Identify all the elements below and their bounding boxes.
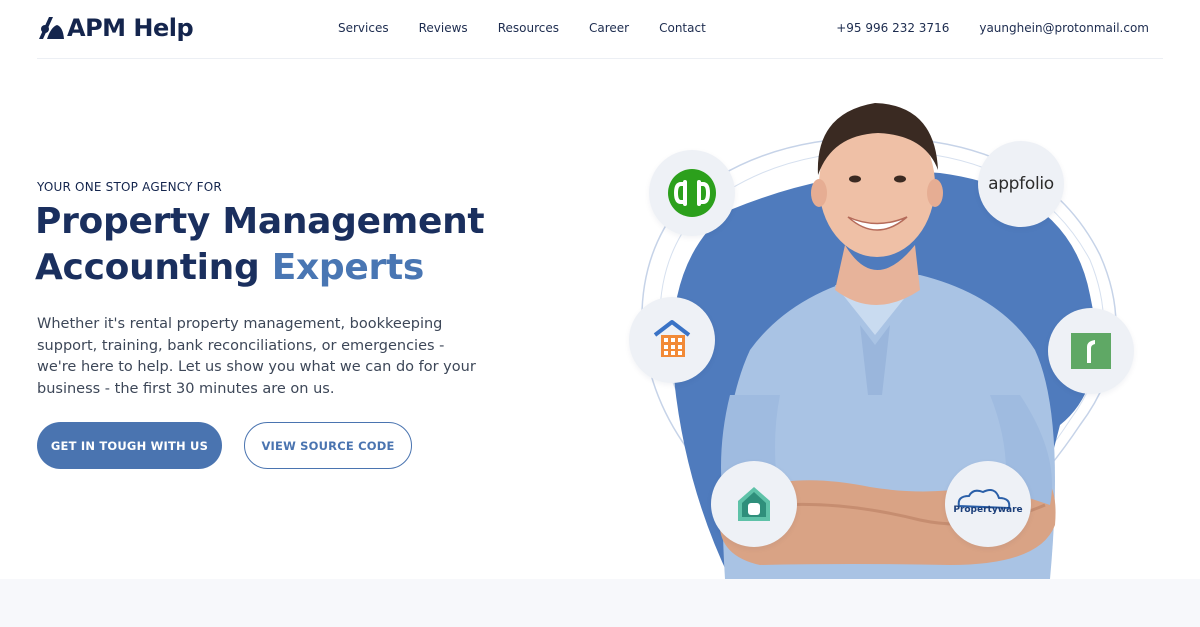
header-contact: +95 996 232 3716 yaunghein@protonmail.co… (836, 21, 1149, 35)
quickbooks-icon (668, 169, 716, 217)
freshbooks-icon (1071, 333, 1111, 369)
headline-accent: Experts (271, 247, 425, 288)
nav-reviews[interactable]: Reviews (419, 21, 468, 35)
appfolio-badge: appfolio (978, 141, 1064, 227)
hero-eyebrow: YOUR ONE STOP AGENCY FOR (37, 180, 222, 194)
propertyware-badge: Propertyware (945, 461, 1031, 547)
nav-services[interactable]: Services (338, 21, 389, 35)
next-section-band (0, 579, 1200, 627)
propertyware-icon: Propertyware (953, 489, 1023, 515)
get-in-touch-button[interactable]: GET IN TOUGH WITH US (37, 422, 222, 469)
main-nav: Services Reviews Resources Career Contac… (338, 21, 706, 35)
nav-career[interactable]: Career (589, 21, 629, 35)
building-icon (653, 320, 691, 357)
brand-name: APM Help (67, 14, 194, 42)
home-icon (738, 487, 770, 521)
propertyware-label: Propertyware (953, 505, 1022, 515)
headline-line-1: Property Management (35, 201, 485, 242)
phone-link[interactable]: +95 996 232 3716 (836, 21, 949, 35)
quickbooks-badge (649, 150, 735, 236)
nav-resources[interactable]: Resources (498, 21, 559, 35)
view-source-code-button[interactable]: VIEW SOURCE CODE (244, 422, 412, 469)
hero-description: Whether it's rental property management,… (37, 316, 476, 397)
buildium-badge (711, 461, 797, 547)
appfolio-logo: appfolio (988, 174, 1054, 194)
header-divider (37, 58, 1163, 59)
site-header: APM Help Services Reviews Resources Care… (0, 0, 1200, 58)
headline-line-2: Accounting (35, 247, 260, 288)
freshbooks-badge (1048, 308, 1134, 394)
building-badge (629, 297, 715, 383)
nav-contact[interactable]: Contact (659, 21, 706, 35)
email-link[interactable]: yaunghein@protonmail.com (979, 21, 1149, 35)
logo-icon (39, 17, 64, 39)
brand-logo[interactable]: APM Help (37, 12, 194, 44)
hero-headline: Property Management Accounting Experts (35, 199, 595, 291)
